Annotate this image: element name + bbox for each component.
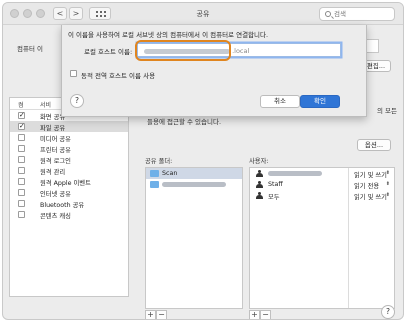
service-label: 원격 Apple 이벤트 xyxy=(40,180,91,187)
service-row[interactable]: 콘텐츠 캐싱 xyxy=(10,209,128,220)
chevron-updown-icon: ⬍ xyxy=(385,181,390,187)
service-checkbox[interactable] xyxy=(18,200,25,207)
service-row[interactable]: 원격 관리 xyxy=(10,165,128,176)
highlight-annotation xyxy=(135,40,231,61)
dynamic-hostname-label: 동적 전역 호스트 이름 사용 xyxy=(81,72,156,80)
service-label: 미디어 공유 xyxy=(40,136,71,143)
table-row[interactable]: Staff 읽기 전용 ⬍ xyxy=(250,179,394,190)
service-checkbox[interactable] xyxy=(18,167,25,174)
user-icon xyxy=(256,170,263,177)
service-label: 원격 관리 xyxy=(40,169,66,176)
service-row[interactable]: 원격 로그인 xyxy=(10,154,128,165)
search-input[interactable] xyxy=(334,9,392,19)
user-permission[interactable]: 읽기 및 쓰기 xyxy=(354,170,387,179)
sheet-message: 이 이름을 사용하여 로컬 서브넷 상의 컴퓨터에서 이 컴퓨터로 연결합니다. xyxy=(68,31,269,39)
sharing-window: < > 공유 컴퓨터 이 편집... 들용에 접근할 수 있습니다. 의 모든 … xyxy=(2,2,404,320)
service-row[interactable]: 원격 Apple 이벤트 xyxy=(10,176,128,187)
service-description-tail: 의 모든 xyxy=(377,107,398,115)
user-name: Staff xyxy=(268,181,283,188)
add-folder-button[interactable]: + xyxy=(145,310,156,319)
remove-folder-button[interactable]: − xyxy=(156,310,167,319)
hostname-sheet: 이 이름을 사용하여 로컬 서브넷 상의 컴퓨터에서 이 컴퓨터로 연결합니다.… xyxy=(61,25,367,117)
group-icon xyxy=(256,181,263,188)
chevron-updown-icon: ⬍ xyxy=(385,192,390,198)
user-name-redacted xyxy=(268,170,322,177)
user-permission[interactable]: 읽기 및 쓰기 xyxy=(354,192,387,201)
service-label: 원격 로그인 xyxy=(40,158,71,165)
header-on: 켬 xyxy=(18,102,24,109)
service-label: 인터넷 공유 xyxy=(40,191,71,198)
list-item[interactable] xyxy=(146,179,242,190)
service-checkbox[interactable] xyxy=(18,145,25,152)
shared-folders-label: 공유 폴더: xyxy=(145,158,173,165)
search-field[interactable] xyxy=(319,7,395,21)
options-button[interactable]: 옵션... xyxy=(357,139,391,151)
computer-name-label: 컴퓨터 이 xyxy=(17,45,43,53)
title-bar: < > 공유 xyxy=(3,3,403,25)
header-service: 서비 xyxy=(40,102,52,109)
folder-name-redacted xyxy=(162,181,226,188)
service-label: 프린터 공유 xyxy=(40,147,71,154)
service-row[interactable]: Bluetooth 공유 xyxy=(10,198,128,209)
remove-user-button[interactable]: − xyxy=(260,310,271,319)
service-description: 들용에 접근할 수 있습니다. xyxy=(147,118,222,126)
service-checkbox[interactable]: ✓ xyxy=(18,112,25,119)
users-list: 읽기 및 쓰기 ⬍ Staff 읽기 전용 ⬍ 모두 읽기 및 쓰기 ⬍ xyxy=(249,167,395,309)
search-icon xyxy=(325,11,331,17)
service-checkbox[interactable] xyxy=(18,178,25,185)
shared-folders-list: Scan xyxy=(145,167,243,309)
service-checkbox[interactable] xyxy=(18,189,25,196)
service-checkbox[interactable] xyxy=(18,156,25,163)
help-button[interactable]: ? xyxy=(381,305,395,319)
cancel-button[interactable]: 취소 xyxy=(260,95,300,108)
services-list: 켬 서비 ✓ 화면 공유 ✓ 파일 공유 미디어 공유 프린터 공유 원격 로그인 원격 관리… xyxy=(9,97,129,297)
host-name-suffix: .local xyxy=(232,47,250,55)
ok-button[interactable]: 확인 xyxy=(300,95,340,108)
service-checkbox[interactable] xyxy=(18,134,25,141)
everyone-icon xyxy=(256,192,263,199)
folder-icon xyxy=(150,181,159,188)
service-row[interactable]: 프린터 공유 xyxy=(10,143,128,154)
service-checkbox[interactable] xyxy=(18,211,25,218)
user-name: 모두 xyxy=(268,194,280,201)
sheet-help-button[interactable]: ? xyxy=(70,94,84,108)
dynamic-hostname-checkbox[interactable] xyxy=(70,70,77,77)
list-item[interactable]: Scan xyxy=(146,168,242,179)
chevron-updown-icon: ⬍ xyxy=(385,170,390,176)
users-label: 사용자: xyxy=(249,158,269,165)
service-row[interactable]: 인터넷 공유 xyxy=(10,187,128,198)
service-label: 파일 공유 xyxy=(40,125,66,132)
folder-icon xyxy=(150,170,159,177)
host-name-label: 로컬 호스트 이름: xyxy=(84,48,133,56)
service-label: 콘텐츠 캐싱 xyxy=(40,213,71,220)
user-permission[interactable]: 읽기 전용 xyxy=(354,181,379,190)
service-label: Bluetooth 공유 xyxy=(40,202,85,209)
service-checkbox[interactable]: ✓ xyxy=(18,123,25,130)
table-row[interactable]: 모두 읽기 및 쓰기 ⬍ xyxy=(250,190,394,201)
add-user-button[interactable]: + xyxy=(249,310,260,319)
folder-name: Scan xyxy=(162,170,178,177)
service-row[interactable]: 미디어 공유 xyxy=(10,132,128,143)
computer-name-field[interactable] xyxy=(365,39,379,53)
table-row[interactable]: 읽기 및 쓰기 ⬍ xyxy=(250,168,394,179)
service-row[interactable]: ✓ 파일 공유 xyxy=(10,121,128,132)
